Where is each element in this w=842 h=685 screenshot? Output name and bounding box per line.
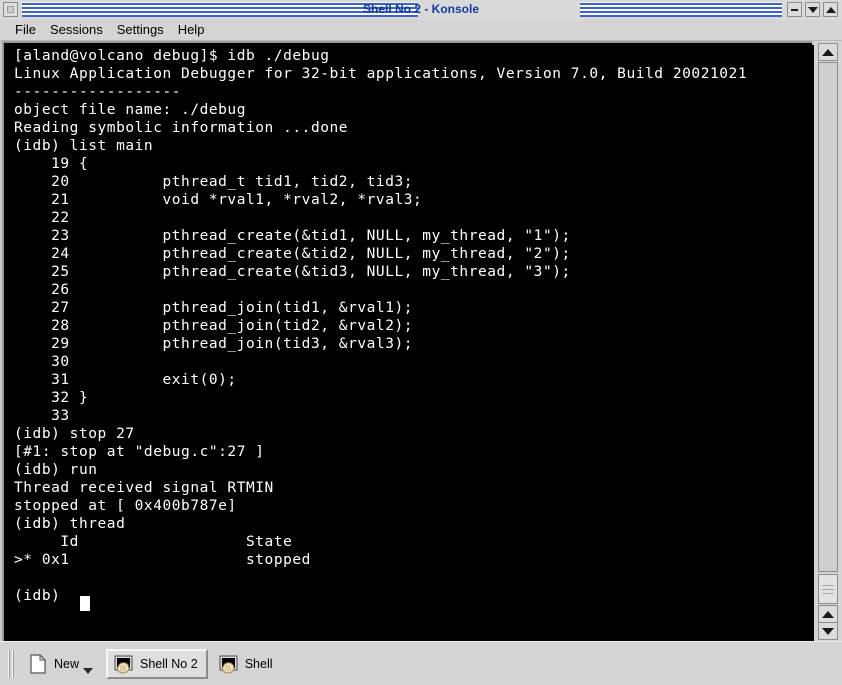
- session-tab-bar: New Shell No 2 Shell: [0, 641, 842, 685]
- scrollbar-thumb[interactable]: [818, 62, 838, 572]
- terminal-border: [aland@volcano debug]$ idb ./debug Linux…: [2, 41, 816, 643]
- chevron-down-icon: [807, 6, 818, 13]
- vertical-scrollbar[interactable]: [814, 41, 842, 641]
- minimize-icon: [791, 8, 798, 11]
- scroll-up-icon: [822, 48, 834, 56]
- maximize-button[interactable]: [805, 2, 820, 17]
- restore-button[interactable]: [823, 2, 838, 17]
- titlebar-decoration-left: [22, 2, 418, 17]
- menu-item-help[interactable]: Help: [171, 21, 212, 39]
- scroll-up-button[interactable]: [818, 43, 838, 61]
- new-document-icon: [27, 653, 49, 675]
- terminal-frame: [aland@volcano debug]$ idb ./debug Linux…: [0, 41, 842, 643]
- menu-item-file[interactable]: File: [8, 21, 43, 39]
- scroll-down-button[interactable]: [818, 622, 838, 640]
- session-tab-shell-no-2[interactable]: Shell No 2: [106, 648, 208, 679]
- toolbar-drag-handle[interactable]: [8, 649, 15, 678]
- terminal-text: [aland@volcano debug]$ idb ./debug Linux…: [14, 48, 748, 604]
- scroll-down-icon: [822, 627, 834, 635]
- scroll-up-button-bottom[interactable]: [818, 605, 838, 623]
- terminal-cursor: [80, 596, 90, 611]
- resize-grip-icon[interactable]: [818, 574, 838, 604]
- chevron-down-icon[interactable]: [83, 667, 94, 674]
- titlebar-decoration-right: [580, 2, 782, 17]
- konsole-shell-icon: [218, 653, 240, 675]
- scroll-up-icon: [822, 610, 834, 618]
- session-tab-label: Shell No 2: [140, 656, 198, 671]
- menu-item-settings[interactable]: Settings: [110, 21, 171, 39]
- session-tab-label: Shell: [244, 656, 273, 671]
- new-session-label: New: [54, 656, 80, 671]
- minimize-button[interactable]: [787, 2, 802, 17]
- window-menu-icon[interactable]: [3, 2, 18, 17]
- menu-item-sessions[interactable]: Sessions: [43, 21, 110, 39]
- konsole-window: Shell No 2 - Konsole File Sessions Setti…: [0, 0, 842, 685]
- title-bar: Shell No 2 - Konsole: [0, 0, 842, 20]
- konsole-shell-icon: [113, 653, 135, 675]
- new-session-button[interactable]: New: [21, 649, 102, 679]
- chevron-up-icon: [825, 6, 836, 13]
- terminal-output[interactable]: [aland@volcano debug]$ idb ./debug Linux…: [8, 45, 816, 643]
- menu-bar: File Sessions Settings Help: [0, 20, 842, 41]
- session-tab-shell[interactable]: Shell: [212, 649, 282, 679]
